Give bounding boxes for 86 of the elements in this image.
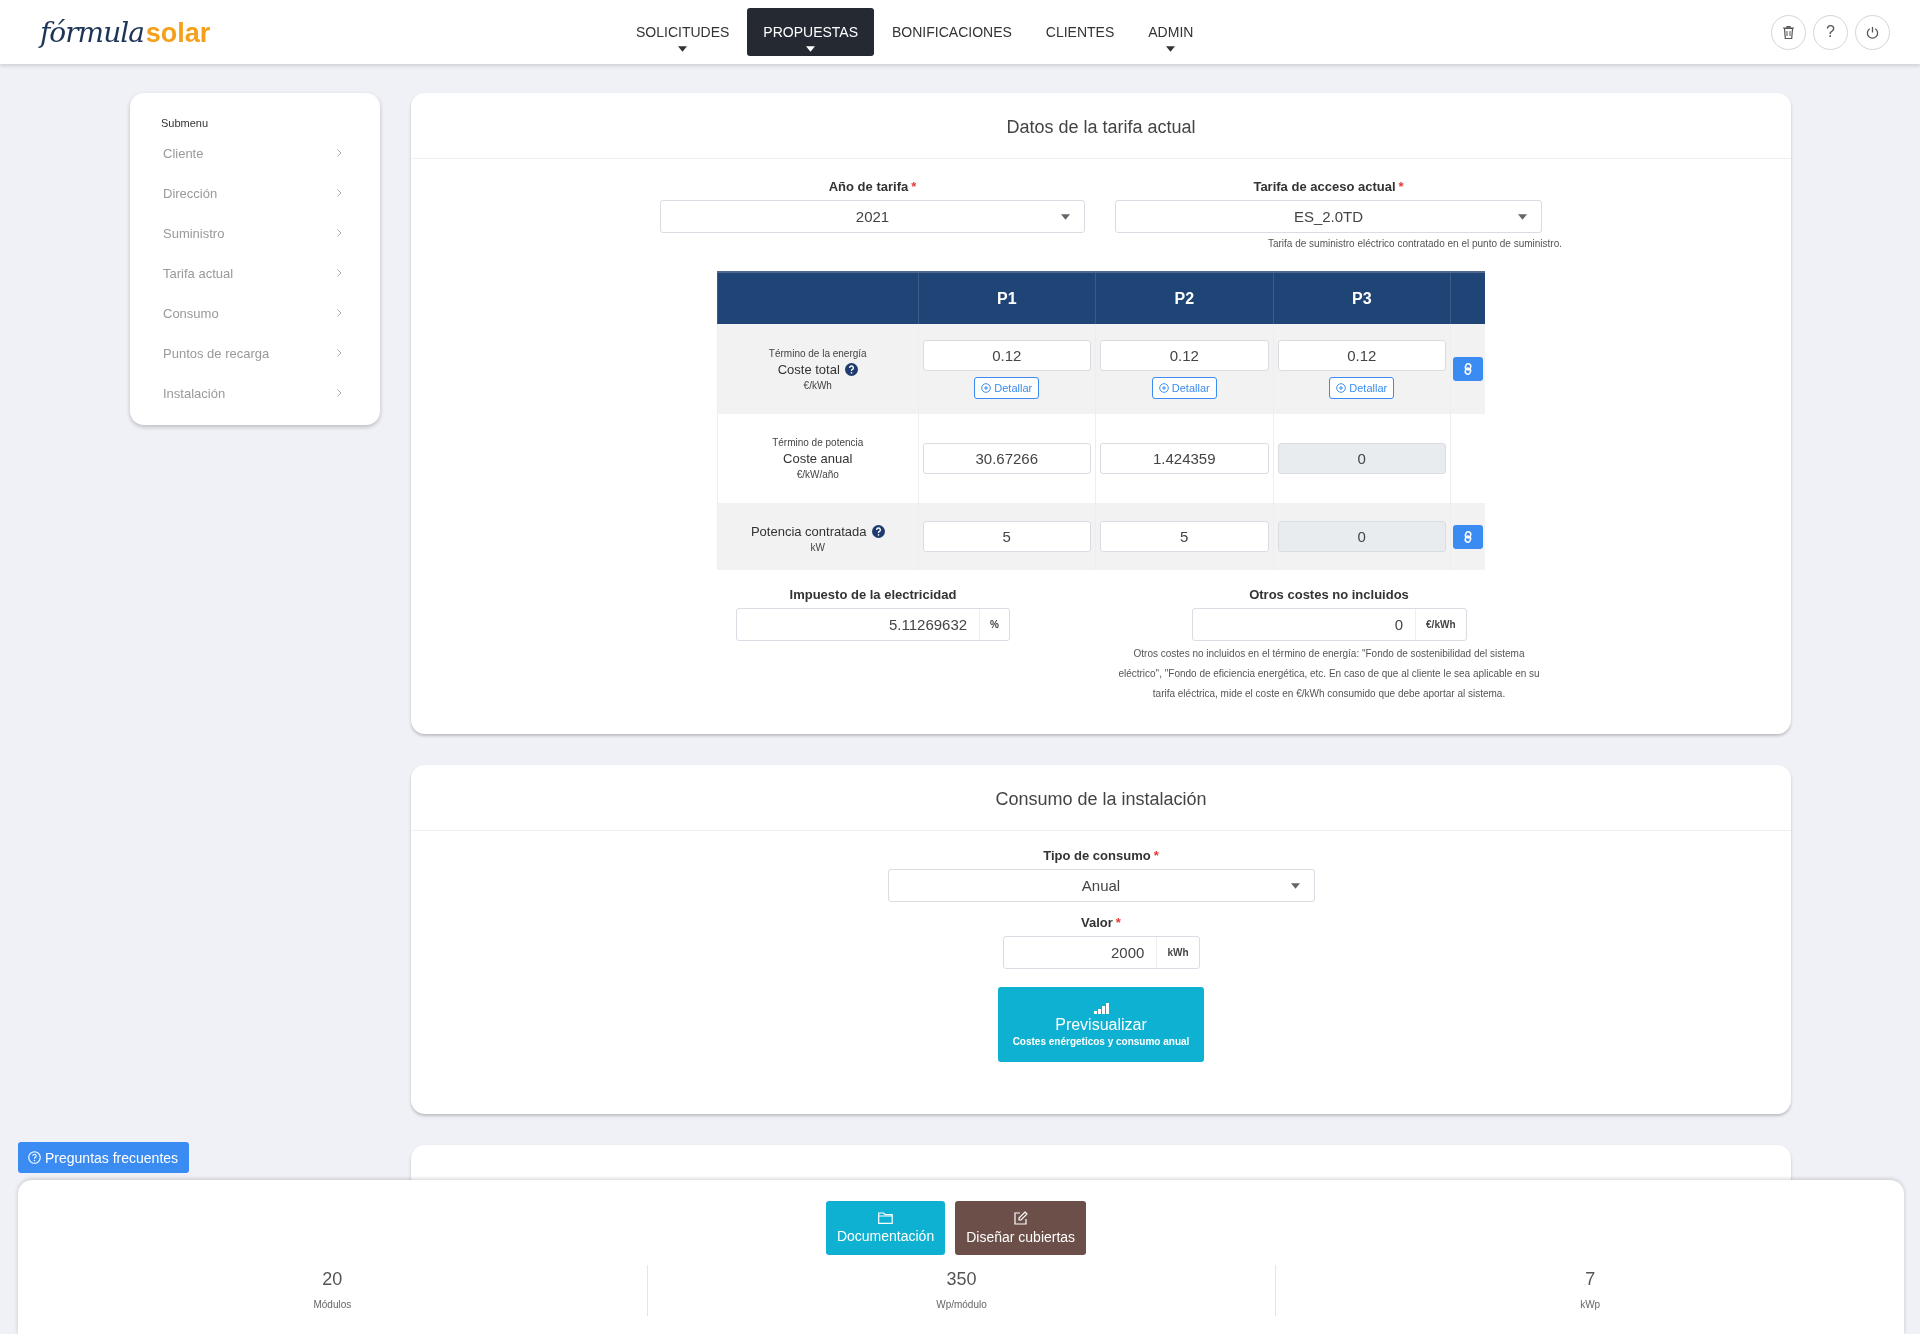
folder-icon [878, 1212, 894, 1224]
input-field[interactable]: 5 [1099, 521, 1269, 552]
section-title: Consumo de la instalación [411, 765, 1791, 831]
field-label: Valor [1081, 915, 1113, 930]
edit-icon [1013, 1211, 1028, 1225]
stat-label: Módulos [313, 1299, 352, 1310]
input-field[interactable]: 0.12 [1277, 339, 1446, 371]
row-label: Coste anual [783, 451, 853, 466]
nav-tab[interactable]: SOLICITUDES [620, 8, 746, 56]
help-button[interactable]: ? [1813, 14, 1848, 50]
help-text: Otros costes no incluidos en el término de energía: "Fondo de sostenibilidad del sistema eléctrico", "Fondo de eficiencia energética, etc. En caso de que al cliente le sea aplicable en su tarifa eléctrica, mide el coste en €/kWh consumido que debe aportar al sistema. [1117, 647, 1541, 701]
field-label: Año de tarifa [828, 179, 909, 194]
trash-button[interactable] [1771, 14, 1806, 50]
nav-tab[interactable]: CLIENTES [1029, 8, 1131, 56]
input-field[interactable]: 0.12 [922, 339, 1091, 371]
stat-label: Wp/módulo [936, 1299, 987, 1310]
unit-label: €/kWh [1415, 609, 1466, 640]
nav-tab[interactable]: PROPUESTAS [747, 8, 874, 56]
section-title: Datos de la tarifa actual [411, 93, 1791, 159]
unit-label: kW [809, 541, 826, 553]
input-field[interactable]: 2000 kWh [1002, 936, 1200, 969]
input-field: 0 [1277, 443, 1446, 474]
field-hint: Tarifa de suministro eléctrico contratado en el punto de suministro. [1266, 238, 1562, 249]
bar-chart-icon [1093, 1002, 1109, 1014]
detail-button[interactable]: Detallar [1151, 376, 1217, 399]
dropdown-select[interactable]: 2021 [660, 200, 1085, 233]
chevron-right-icon [337, 389, 342, 397]
input-field[interactable]: 1.424359 [1099, 443, 1269, 474]
column-header: P3 [1273, 272, 1451, 324]
nav-tab[interactable]: ADMIN [1132, 8, 1210, 56]
caret-icon [1061, 214, 1070, 220]
input-field[interactable]: 5.11269632 % [736, 608, 1010, 641]
required-mark: * [1115, 915, 1121, 930]
chevron-right-icon [337, 349, 342, 357]
chevron-right-icon [337, 229, 342, 237]
submenu-title: Submenu [161, 117, 210, 129]
link-icon [1463, 363, 1473, 375]
column-header: P2 [1095, 272, 1274, 324]
row-label: Coste total [777, 361, 840, 377]
link-button[interactable] [1453, 524, 1483, 549]
input-field[interactable]: 0.12 [1099, 339, 1269, 371]
field-label: Impuesto de la electricidad [789, 587, 957, 602]
required-mark: * [1398, 179, 1404, 194]
unit-label: kWh [1156, 937, 1199, 968]
input-field[interactable]: 30.67266 [922, 443, 1091, 474]
help-circle-icon [28, 1151, 41, 1164]
link-icon [1463, 530, 1473, 543]
chevron-right-icon [337, 309, 342, 317]
plus-circle-icon [1336, 382, 1347, 393]
row-caption: Término de la energía [767, 347, 868, 359]
caret-icon [1518, 214, 1527, 220]
dropdown-select[interactable]: ES_2.0TD [1115, 200, 1542, 233]
nav-tab[interactable]: BONIFICACIONES [876, 8, 1028, 56]
column-header: P1 [918, 272, 1096, 324]
row-label: Potencia contratada [750, 523, 867, 539]
input-field: 0 [1277, 521, 1446, 552]
input-field[interactable]: 5 [922, 521, 1091, 552]
stat-value: 7 [1585, 1269, 1596, 1290]
row-caption: Término de potencia [771, 437, 865, 448]
field-label: Otros costes no incluidos [1249, 587, 1409, 602]
unit-label: €/kW/año [795, 469, 840, 480]
link-button[interactable] [1453, 357, 1483, 381]
chevron-right-icon [337, 269, 342, 277]
design-button[interactable]: Diseñar cubiertas [955, 1201, 1087, 1255]
chevron-right-icon [337, 149, 342, 157]
stat-value: 20 [322, 1269, 343, 1290]
power-button[interactable] [1855, 14, 1890, 50]
field-label: Tarifa de acceso actual [1253, 179, 1396, 194]
stat-value: 350 [946, 1269, 977, 1290]
detail-button[interactable]: Detallar [1329, 376, 1395, 399]
required-mark: * [1153, 848, 1159, 863]
detail-button[interactable]: Detallar [974, 376, 1040, 399]
caret-icon [1290, 883, 1300, 889]
unit-label: % [979, 609, 1009, 640]
brand-logo: fórmulasolar [40, 15, 212, 49]
dropdown-select[interactable]: Anual [887, 869, 1315, 902]
trash-icon [1783, 25, 1794, 39]
stat-label: kWp [1580, 1299, 1601, 1310]
power-icon [1866, 25, 1879, 39]
chevron-right-icon [337, 189, 342, 197]
input-field[interactable]: 0 €/kWh [1191, 608, 1467, 641]
unit-label: €/kWh [802, 379, 833, 391]
plus-circle-icon [981, 382, 992, 393]
required-mark: * [911, 179, 917, 194]
field-label: Tipo de consumo [1043, 848, 1151, 863]
plus-circle-icon [1158, 382, 1169, 393]
